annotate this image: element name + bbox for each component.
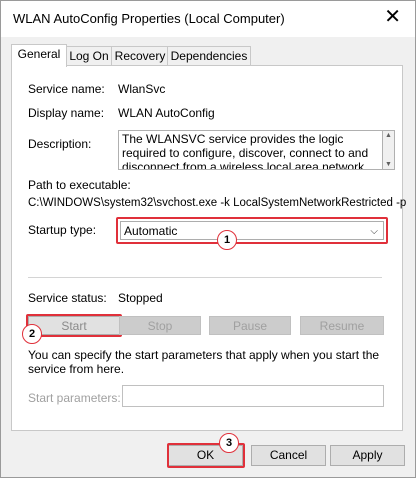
description-label: Description: (28, 137, 92, 151)
chevron-down-icon: ⌵ (370, 226, 378, 237)
annotation-badge-1: 1 (217, 230, 237, 250)
properties-dialog: WLAN AutoConfig Properties (Local Comput… (0, 0, 416, 478)
start-params-input[interactable] (122, 385, 384, 407)
service-name-value: WlanSvc (118, 82, 166, 96)
resume-button[interactable]: Resume (300, 316, 384, 335)
tab-log-on[interactable]: Log On (65, 46, 113, 66)
display-name-label: Display name: (28, 106, 105, 120)
title-bar: WLAN AutoConfig Properties (Local Comput… (1, 1, 415, 37)
cancel-button[interactable]: Cancel (251, 445, 326, 466)
general-panel: Service name: WlanSvc Display name: WLAN… (11, 65, 407, 431)
service-name-label: Service name: (28, 82, 105, 96)
close-icon[interactable]: ✕ (384, 7, 401, 27)
annotation-badge-3: 3 (219, 433, 239, 453)
annotation-badge-2: 2 (22, 324, 42, 344)
stop-button[interactable]: Stop (119, 316, 201, 335)
description-text[interactable]: The WLANSVC service provides the logic r… (118, 130, 383, 170)
service-status-label: Service status: (28, 291, 107, 305)
pause-button[interactable]: Pause (209, 316, 291, 335)
tab-dependencies[interactable]: Dependencies (167, 46, 251, 66)
window-title: WLAN AutoConfig Properties (Local Comput… (13, 11, 285, 26)
startup-type-value: Automatic (124, 224, 178, 238)
startup-type-select[interactable]: Automatic ⌵ (120, 221, 384, 240)
apply-button[interactable]: Apply (330, 445, 405, 466)
service-status-value: Stopped (118, 291, 163, 305)
scroll-down-icon[interactable]: ▼ (385, 161, 392, 168)
startup-type-label: Startup type: (28, 223, 97, 237)
description-scrollbar[interactable]: ▲ ▼ (383, 130, 395, 170)
separator (28, 277, 382, 278)
scroll-up-icon[interactable]: ▲ (385, 132, 392, 139)
start-params-help: You can specify the start parameters tha… (28, 348, 380, 376)
display-name-value: WLAN AutoConfig (118, 106, 215, 120)
start-params-label: Start parameters: (28, 391, 121, 405)
path-label: Path to executable: (28, 178, 131, 192)
tab-recovery[interactable]: Recovery (111, 46, 169, 66)
tab-general[interactable]: General (11, 44, 67, 67)
path-value: C:\WINDOWS\system32\svchost.exe -k Local… (28, 197, 407, 209)
